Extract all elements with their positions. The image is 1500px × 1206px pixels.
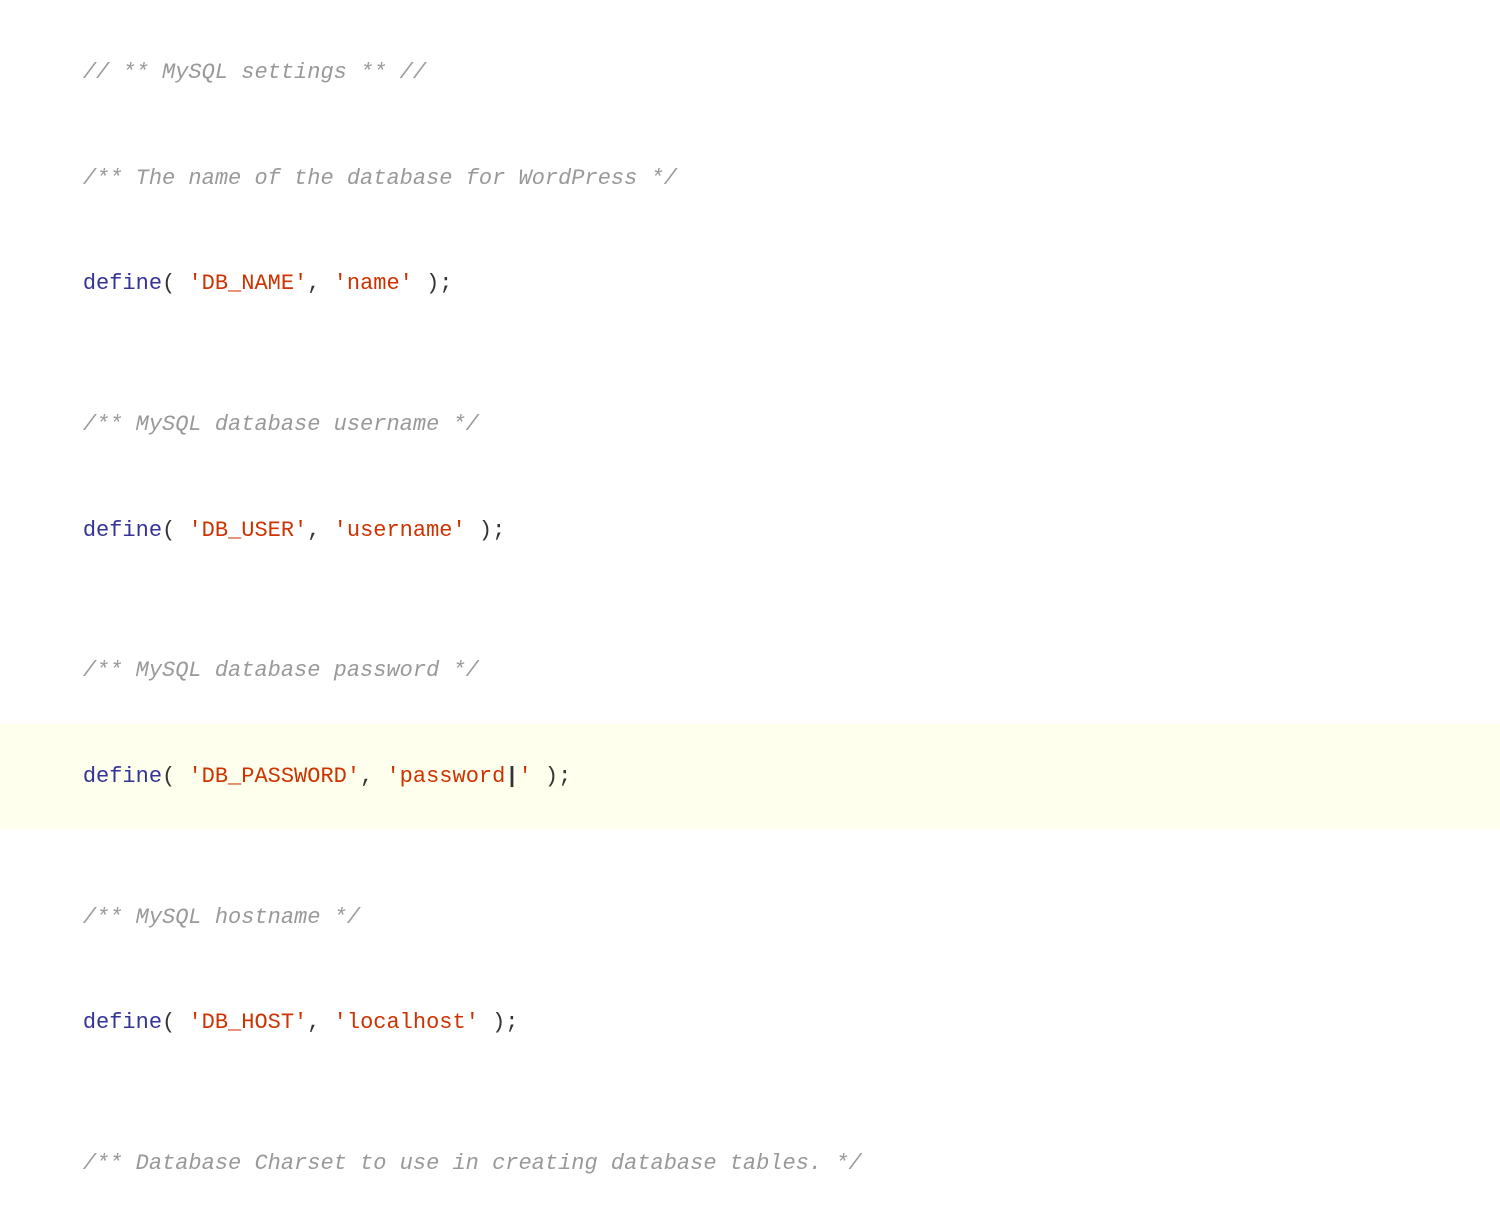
code-line-6: define( 'DB_USER', 'username' ); xyxy=(30,477,1470,583)
string-db-password-close: ' xyxy=(519,764,532,789)
code-editor: // ** MySQL settings ** // /** The name … xyxy=(0,0,1500,603)
code-line-14: /** Database Charset to use in creating … xyxy=(30,1111,1470,1206)
punct-7: ( xyxy=(162,764,188,789)
punct-6: ); xyxy=(466,518,506,543)
code-line-8: /** MySQL database password */ xyxy=(30,618,1470,724)
code-line-5: /** MySQL database username */ xyxy=(30,372,1470,478)
punct-5: , xyxy=(307,518,333,543)
punct-11: , xyxy=(307,1010,333,1035)
string-db-name-val: 'name' xyxy=(334,271,413,296)
string-db-host-val: 'localhost' xyxy=(334,1010,479,1035)
comment-mysql-settings: // ** MySQL settings ** // xyxy=(83,60,426,85)
punct-10: ( xyxy=(162,1010,188,1035)
comment-db-charset: /** Database Charset to use in creating … xyxy=(83,1151,862,1176)
string-db-host-key: 'DB_HOST' xyxy=(188,1010,307,1035)
cursor-bar: | xyxy=(505,764,518,789)
comment-db-host: /** MySQL hostname */ xyxy=(83,905,360,930)
keyword-define-4: define xyxy=(83,1010,162,1035)
punct-9: ); xyxy=(532,764,572,789)
empty-line-2 xyxy=(30,583,1470,618)
keyword-define-1: define xyxy=(83,271,162,296)
punct-4: ( xyxy=(162,518,188,543)
code-line-11: /** MySQL hostname */ xyxy=(30,865,1470,971)
string-db-password-key: 'DB_PASSWORD' xyxy=(188,764,360,789)
code-line-9-highlighted: define( 'DB_PASSWORD', 'password|' ); xyxy=(0,724,1500,830)
punct-1: ( xyxy=(162,271,188,296)
string-db-user-key: 'DB_USER' xyxy=(188,518,307,543)
comment-db-user: /** MySQL database username */ xyxy=(83,412,479,437)
comment-db-password: /** MySQL database password */ xyxy=(83,658,479,683)
keyword-define-3: define xyxy=(83,764,162,789)
code-line-2: /** The name of the database for WordPre… xyxy=(30,126,1470,232)
string-db-password-val: 'password xyxy=(386,764,505,789)
punct-2: , xyxy=(307,271,333,296)
punct-3: ); xyxy=(413,271,453,296)
string-db-user-val: 'username' xyxy=(334,518,466,543)
punct-8: , xyxy=(360,764,386,789)
comment-db-name: /** The name of the database for WordPre… xyxy=(83,166,677,191)
empty-line-1 xyxy=(30,337,1470,372)
code-line-12: define( 'DB_HOST', 'localhost' ); xyxy=(30,970,1470,1076)
string-db-name-key: 'DB_NAME' xyxy=(188,271,307,296)
keyword-define-2: define xyxy=(83,518,162,543)
code-line-1: // ** MySQL settings ** // xyxy=(30,20,1470,126)
empty-line-3 xyxy=(30,829,1470,864)
punct-12: ); xyxy=(479,1010,519,1035)
empty-line-4 xyxy=(30,1076,1470,1111)
code-line-3: define( 'DB_NAME', 'name' ); xyxy=(30,231,1470,337)
